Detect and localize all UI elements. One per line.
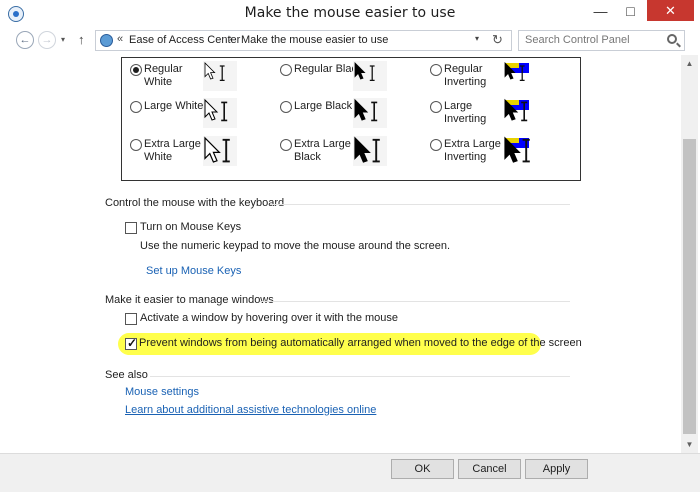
pointer-scheme-radio[interactable] xyxy=(430,64,442,76)
pointer-scheme-radio[interactable] xyxy=(130,101,142,113)
pointer-preview-black-large xyxy=(353,98,387,128)
scroll-down-icon[interactable]: ▼ xyxy=(681,436,698,453)
breadcrumb-current-page[interactable]: Make the mouse easier to use xyxy=(241,34,388,46)
scroll-up-icon[interactable]: ▲ xyxy=(681,55,698,72)
pointer-scheme-radio[interactable] xyxy=(430,139,442,151)
pointer-preview-white-large xyxy=(203,98,237,128)
minimize-button[interactable]: — xyxy=(587,0,614,21)
assistive-technologies-link[interactable]: Learn about additional assistive technol… xyxy=(125,404,376,416)
prevent-arrange-checkbox[interactable] xyxy=(125,336,137,350)
section-divider xyxy=(150,376,570,377)
ok-button[interactable]: OK xyxy=(391,459,454,479)
pointer-preview-white-xlarge xyxy=(203,136,237,166)
back-button[interactable]: ← xyxy=(16,31,34,49)
cancel-button[interactable]: Cancel xyxy=(458,459,521,479)
address-overflow-icon[interactable]: « xyxy=(117,33,123,45)
breadcrumb-ease-of-access[interactable]: Ease of Access Center xyxy=(129,34,240,46)
refresh-icon[interactable]: ↻ xyxy=(492,32,503,48)
pointer-scheme-radio[interactable] xyxy=(430,101,442,113)
search-placeholder: Search Control Panel xyxy=(525,34,630,46)
keyboard-section-heading: Control the mouse with the keyboard xyxy=(105,197,285,209)
windows-section-heading: Make it easier to manage windows xyxy=(105,294,274,306)
pointer-preview-inverting-regular xyxy=(503,61,537,91)
pointer-preview-inverting-large xyxy=(503,98,537,128)
mouse-keys-label[interactable]: Turn on Mouse Keys xyxy=(140,221,241,233)
search-input[interactable]: Search Control Panel xyxy=(518,30,685,51)
see-also-heading: See also xyxy=(105,369,148,381)
setup-mouse-keys-link[interactable]: Set up Mouse Keys xyxy=(146,265,241,277)
control-panel-address-icon xyxy=(100,34,113,47)
section-divider xyxy=(270,204,570,205)
hover-activate-checkbox[interactable] xyxy=(125,313,137,325)
search-icon[interactable] xyxy=(667,34,677,44)
pointer-preview-black-xlarge xyxy=(353,136,387,166)
mouse-keys-description: Use the numeric keypad to move the mouse… xyxy=(140,240,451,252)
main-content: Regular White Regular Black Regular Invertin… xyxy=(0,55,681,453)
scrollbar-thumb[interactable] xyxy=(683,139,696,434)
pointer-scheme-radio[interactable] xyxy=(280,64,292,76)
pointer-scheme-radio[interactable] xyxy=(280,101,292,113)
address-dropdown-icon[interactable]: ▾ xyxy=(475,34,479,43)
section-divider xyxy=(260,301,570,302)
address-bar[interactable]: « Ease of Access Center › Make the mouse… xyxy=(95,30,512,51)
title-bar: Make the mouse easier to use — □ ✕ xyxy=(0,0,700,28)
pointer-preview-white-regular xyxy=(203,61,237,91)
up-button[interactable]: ↑ xyxy=(78,32,85,47)
mouse-keys-checkbox[interactable] xyxy=(125,222,137,234)
recent-pages-dropdown[interactable]: ▾ xyxy=(61,35,65,44)
pointer-scheme-radio[interactable] xyxy=(130,64,142,76)
hover-activate-label[interactable]: Activate a window by hovering over it wi… xyxy=(140,312,398,324)
pointer-preview-black-regular xyxy=(353,61,387,91)
mouse-pointer-options: Regular White Regular Black Regular Invertin… xyxy=(121,57,581,181)
maximize-button[interactable]: □ xyxy=(617,0,644,21)
forward-button[interactable]: → xyxy=(38,31,56,49)
pointer-scheme-radio[interactable] xyxy=(130,139,142,151)
vertical-scrollbar[interactable]: ▲ ▼ xyxy=(681,55,698,453)
close-button[interactable]: ✕ xyxy=(647,0,694,21)
breadcrumb-arrow-icon[interactable]: › xyxy=(229,33,232,44)
mouse-settings-link[interactable]: Mouse settings xyxy=(125,386,199,398)
prevent-arrange-label[interactable]: Prevent windows from being automatically… xyxy=(139,337,582,349)
dialog-footer: OK Cancel Apply xyxy=(0,453,700,492)
pointer-preview-inverting-xlarge xyxy=(503,136,537,166)
navigation-bar: ← → ▾ ↑ « Ease of Access Center › Make t… xyxy=(0,29,700,53)
pointer-scheme-radio[interactable] xyxy=(280,139,292,151)
apply-button[interactable]: Apply xyxy=(525,459,588,479)
